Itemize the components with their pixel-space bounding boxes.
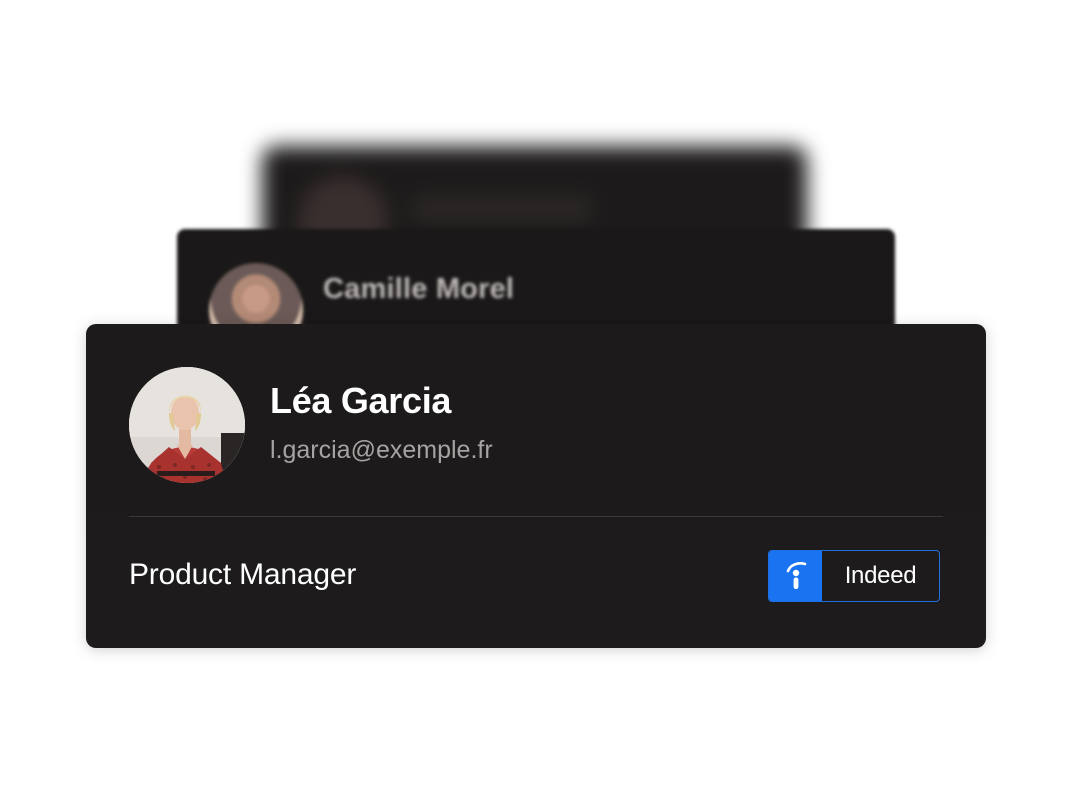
source-label: Indeed	[844, 562, 917, 589]
candidate-card[interactable]: Léa Garcia l.garcia@exemple.fr Product M…	[86, 324, 986, 648]
divider	[129, 516, 943, 517]
background-card-name: Camille Morel	[323, 273, 515, 305]
candidate-role: Product Manager	[129, 558, 357, 591]
profile-photo-icon	[129, 367, 245, 483]
avatar	[129, 367, 245, 483]
candidate-email[interactable]: l.garcia@exemple.fr	[270, 436, 493, 465]
background-name-placeholder	[412, 196, 592, 222]
candidate-name: Léa Garcia	[270, 380, 452, 421]
source-badge-indeed[interactable]: Indeed	[768, 550, 940, 602]
stage: Camille Morel Léa Garcia l.garcia@exempl…	[0, 0, 1072, 792]
indeed-icon	[769, 551, 822, 601]
